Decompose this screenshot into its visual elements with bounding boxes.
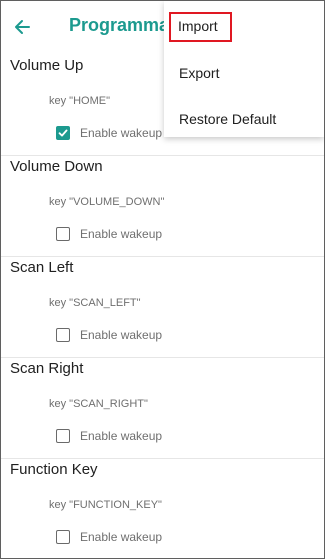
enable-wakeup-toggle[interactable]: Enable wakeup <box>56 530 162 544</box>
key-code[interactable]: key "HOME" <box>49 95 110 107</box>
enable-wakeup-label: Enable wakeup <box>80 328 163 342</box>
key-item-scan-right: Scan Right key "SCAN_RIGHT" Enable wakeu… <box>1 358 324 459</box>
checkbox-checked[interactable] <box>56 126 70 140</box>
checkbox[interactable] <box>56 227 70 241</box>
enable-wakeup-toggle[interactable]: Enable wakeup <box>56 227 162 241</box>
menu-item-label: Export <box>179 65 220 81</box>
enable-wakeup-label: Enable wakeup <box>80 530 163 544</box>
app-screen: Programmable Keys Volume Up key "HOME" E… <box>0 0 325 559</box>
enable-wakeup-toggle[interactable]: Enable wakeup <box>56 126 162 140</box>
enable-wakeup-label: Enable wakeup <box>80 429 163 443</box>
key-code[interactable]: key "VOLUME_DOWN" <box>49 196 164 208</box>
enable-wakeup-toggle[interactable]: Enable wakeup <box>56 429 162 443</box>
enable-wakeup-toggle[interactable]: Enable wakeup <box>56 328 162 342</box>
checkbox[interactable] <box>56 530 70 544</box>
check-icon <box>58 129 68 137</box>
enable-wakeup-label: Enable wakeup <box>80 227 163 241</box>
key-code[interactable]: key "FUNCTION_KEY" <box>49 499 162 511</box>
key-name: Scan Right <box>10 360 84 377</box>
checkbox[interactable] <box>56 429 70 443</box>
menu-item-label: Restore Default <box>179 111 277 127</box>
key-name: Function Key <box>10 461 98 478</box>
key-code[interactable]: key "SCAN_RIGHT" <box>49 398 148 410</box>
back-button[interactable] <box>8 13 36 41</box>
menu-item-import[interactable]: Import <box>169 12 232 42</box>
menu-item-restore-default[interactable]: Restore Default <box>164 102 324 136</box>
enable-wakeup-label: Enable wakeup <box>80 126 163 140</box>
key-item-volume-down: Volume Down key "VOLUME_DOWN" Enable wak… <box>1 156 324 257</box>
key-name: Volume Up <box>10 57 84 74</box>
menu-item-export[interactable]: Export <box>164 56 324 90</box>
overflow-menu: Import Export Restore Default <box>164 1 324 137</box>
menu-item-label: Import <box>178 18 218 34</box>
key-name: Volume Down <box>10 158 103 175</box>
back-arrow-icon <box>15 20 30 34</box>
key-item-scan-left: Scan Left key "SCAN_LEFT" Enable wakeup <box>1 257 324 358</box>
key-name: Scan Left <box>10 259 74 276</box>
key-code[interactable]: key "SCAN_LEFT" <box>49 297 141 309</box>
checkbox[interactable] <box>56 328 70 342</box>
key-item-function-key: Function Key key "FUNCTION_KEY" Enable w… <box>1 459 324 558</box>
